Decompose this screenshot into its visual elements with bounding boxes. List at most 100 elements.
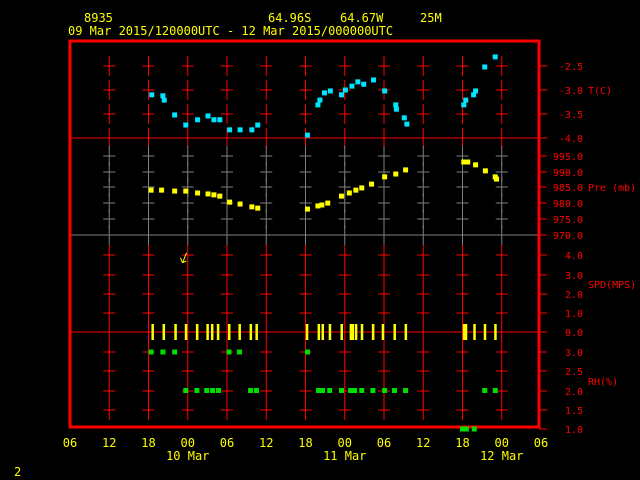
- pressure-point: [393, 171, 399, 177]
- pressure-point: [319, 202, 325, 208]
- elevation: 25M: [420, 11, 442, 25]
- rh-point: [226, 349, 232, 355]
- y-tick-label: -4.0: [559, 134, 583, 145]
- temperature-point: [492, 54, 498, 60]
- x-tick-label: 06: [534, 436, 548, 450]
- rh-point: [463, 426, 469, 432]
- panel-label: Pre (mb): [588, 183, 636, 194]
- pressure-point: [403, 167, 409, 173]
- temperature-point: [237, 127, 243, 133]
- wind-speed-bar: [195, 324, 199, 340]
- wind-speed-bar: [238, 324, 241, 340]
- temperature-point: [361, 81, 367, 87]
- rh-point: [148, 349, 154, 355]
- temperature-point: [160, 93, 166, 99]
- y-tick-label: -2.5: [559, 62, 583, 73]
- x-tick-label: 06: [220, 436, 234, 450]
- wind-speed-bar: [351, 324, 355, 340]
- y-tick-label: 0.0: [565, 328, 583, 339]
- rh-point: [382, 388, 388, 393]
- rh-point: [172, 349, 178, 355]
- temperature-point: [482, 64, 488, 70]
- temperature-point: [183, 122, 189, 128]
- wind-speed-bar: [404, 324, 408, 340]
- wind-speed-bar: [464, 324, 468, 340]
- pressure-point: [195, 190, 201, 196]
- wind-speed-bar: [393, 324, 396, 340]
- latitude: 64.96S: [268, 11, 311, 25]
- date-label: 12 Mar: [480, 449, 523, 463]
- rh-point: [320, 388, 326, 393]
- temperature-point: [349, 83, 355, 89]
- wind-speed-bar: [184, 324, 188, 340]
- pressure-point: [482, 168, 488, 174]
- pressure-point: [237, 201, 243, 207]
- pressure-point: [172, 188, 178, 194]
- temperature-point: [401, 115, 407, 121]
- pressure-point: [353, 187, 359, 193]
- temperature-point: [217, 117, 223, 123]
- longitude: 64.67W: [340, 11, 384, 25]
- temperature-point: [342, 87, 348, 93]
- wind-speed-bar: [206, 324, 209, 340]
- temperature-point: [249, 127, 255, 133]
- pressure-point: [255, 205, 261, 211]
- x-tick-label: 00: [495, 436, 509, 450]
- x-tick-label: 12: [416, 436, 430, 450]
- rh-point: [359, 388, 365, 393]
- wind-speed-bar: [317, 324, 321, 340]
- y-tick-label: 970.0: [553, 231, 583, 242]
- wind-speed-bar: [494, 324, 497, 340]
- wind-speed-bar: [174, 324, 177, 340]
- y-tick-label: 2.0: [565, 290, 583, 301]
- temperature-point: [304, 132, 310, 138]
- y-tick-label: 2.5: [565, 367, 583, 378]
- temperature-point: [473, 88, 479, 94]
- y-tick-label: 1.5: [565, 406, 583, 417]
- wind-speed-bar: [216, 324, 220, 340]
- wind-speed-bar: [321, 324, 325, 340]
- x-tick-label: 12: [102, 436, 116, 450]
- wind-speed-bar: [371, 324, 375, 340]
- temperature-point: [338, 92, 344, 98]
- temperature-point: [382, 88, 388, 94]
- temperature-point: [161, 97, 167, 103]
- y-tick-label: -3.0: [559, 86, 583, 97]
- panel-label: RH(%): [588, 377, 618, 388]
- temperature-point: [355, 79, 361, 85]
- pressure-point: [249, 204, 255, 210]
- y-tick-label: 995.0: [553, 152, 583, 163]
- pressure-point: [369, 181, 375, 187]
- y-tick-label: 1.0: [565, 309, 583, 320]
- temperature-point: [195, 117, 201, 123]
- pressure-point: [382, 174, 388, 180]
- y-tick-label: 3.0: [565, 348, 583, 359]
- rh-point: [160, 349, 166, 355]
- y-tick-label: 2.0: [565, 387, 583, 398]
- wind-speed-bar: [483, 324, 487, 340]
- temperature-point: [371, 77, 377, 83]
- rh-point: [215, 388, 221, 393]
- wind-speed-bar: [249, 324, 253, 340]
- pressure-point: [359, 185, 365, 191]
- x-tick-label: 18: [141, 436, 155, 450]
- temperature-point: [211, 117, 217, 123]
- y-tick-label: 990.0: [553, 168, 583, 179]
- rh-point: [194, 388, 200, 393]
- pressure-point: [159, 187, 165, 193]
- rh-point: [338, 388, 344, 393]
- y-tick-label: 975.0: [553, 215, 583, 226]
- rh-point: [183, 388, 189, 393]
- rh-point: [391, 388, 397, 393]
- rh-point: [352, 388, 358, 393]
- rh-point: [253, 388, 259, 393]
- temperature-point: [393, 106, 399, 112]
- y-tick-label: -3.5: [559, 110, 583, 121]
- date-label: 11 Mar: [323, 449, 366, 463]
- pressure-point: [465, 159, 471, 165]
- y-tick-label: 4.0: [565, 251, 583, 262]
- x-tick-label: 18: [298, 436, 312, 450]
- pressure-point: [473, 162, 479, 168]
- pressure-point: [227, 199, 233, 205]
- pressure-point: [148, 187, 154, 193]
